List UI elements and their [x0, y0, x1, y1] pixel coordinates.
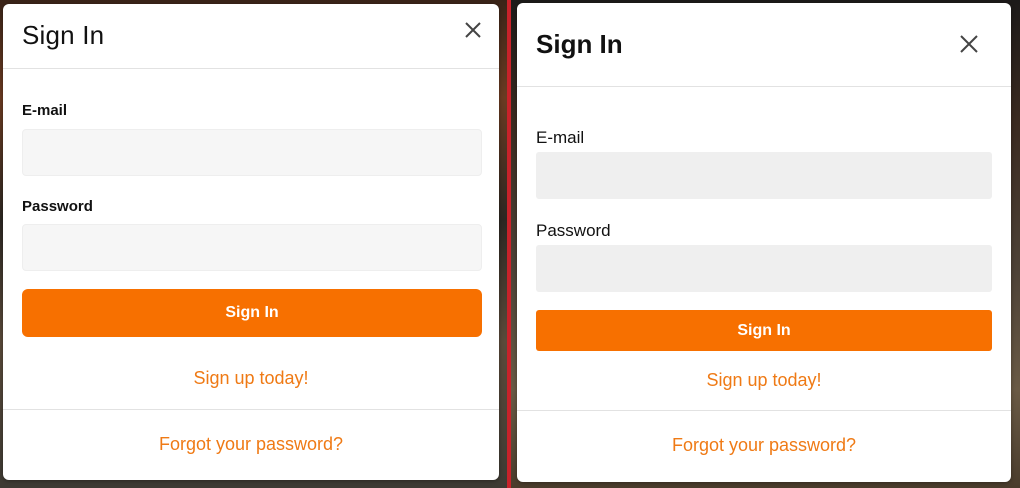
modal-title: Sign In	[22, 20, 105, 50]
forgot-password-link[interactable]: Forgot your password?	[3, 434, 499, 455]
sign-in-button[interactable]: Sign In	[536, 310, 992, 351]
sign-in-modal-left: Sign In E-mail Password Sign In Sign up …	[3, 4, 499, 480]
email-label: E-mail	[22, 102, 68, 119]
password-label: Password	[22, 198, 93, 215]
password-field[interactable]	[536, 245, 992, 292]
password-field[interactable]	[22, 224, 482, 271]
email-field[interactable]	[536, 152, 992, 199]
modal-header: Sign In	[517, 3, 1011, 87]
sign-in-modal-right: Sign In E-mail Password Sign In Sign up …	[517, 3, 1011, 482]
close-icon[interactable]	[958, 33, 980, 55]
modal-header: Sign In	[3, 4, 499, 69]
email-field[interactable]	[22, 129, 482, 176]
close-icon[interactable]	[463, 20, 483, 40]
sign-in-button[interactable]: Sign In	[22, 289, 482, 337]
comparison-divider	[507, 0, 511, 488]
forgot-password-link[interactable]: Forgot your password?	[517, 435, 1011, 456]
password-label: Password	[536, 221, 611, 240]
modal-title: Sign In	[536, 29, 623, 59]
email-label: E-mail	[536, 128, 585, 147]
sign-up-link[interactable]: Sign up today!	[3, 368, 499, 389]
sign-up-link[interactable]: Sign up today!	[517, 370, 1011, 391]
